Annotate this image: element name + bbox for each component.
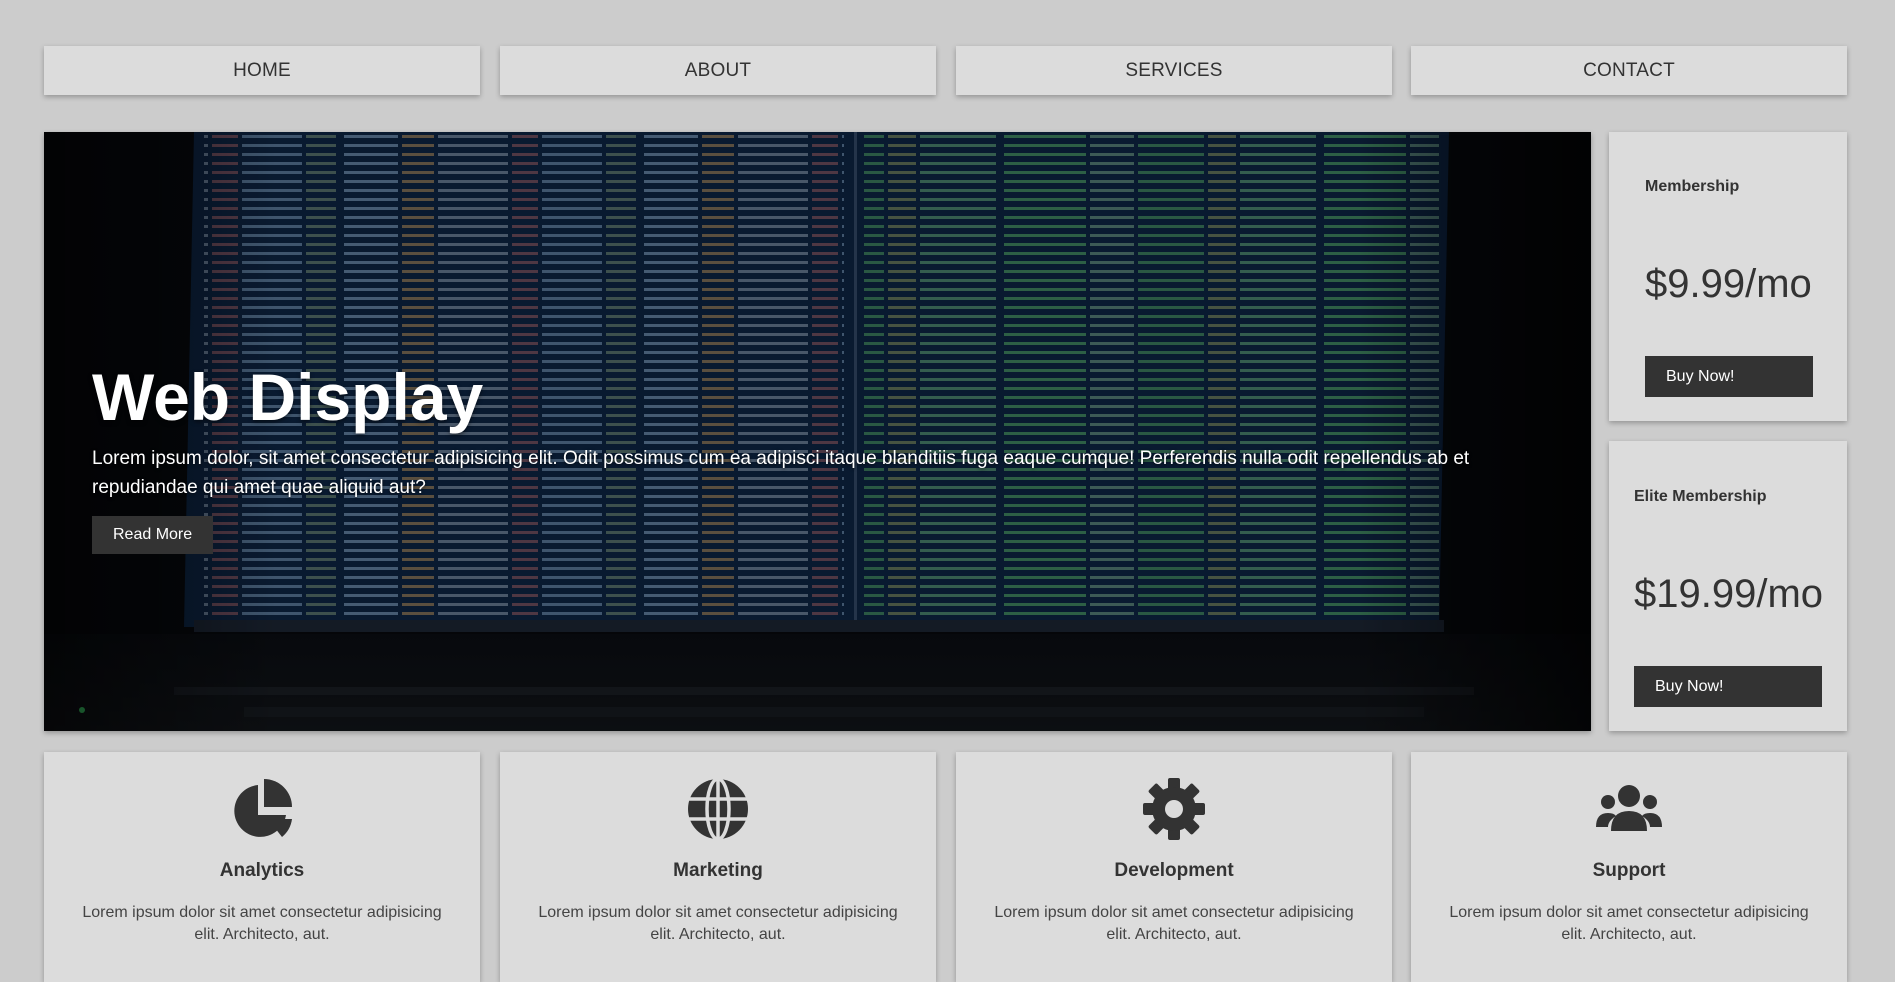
nav-contact-link[interactable]: CONTACT bbox=[1411, 46, 1847, 95]
nav-about-link[interactable]: ABOUT bbox=[500, 46, 936, 95]
nav-services-link[interactable]: SERVICES bbox=[956, 46, 1392, 95]
hero-title: Web Display bbox=[92, 360, 484, 434]
globe-icon bbox=[688, 777, 748, 841]
plan-price: $19.99/mo bbox=[1634, 572, 1824, 616]
feature-text: Lorem ipsum dolor sit amet consectetur a… bbox=[1449, 904, 1809, 943]
buy-now-button[interactable]: Buy Now! bbox=[1645, 356, 1813, 397]
feature-support: Support Lorem ipsum dolor sit amet conse… bbox=[1411, 752, 1847, 982]
feature-text: Lorem ipsum dolor sit amet consectetur a… bbox=[994, 904, 1354, 943]
feature-development: Development Lorem ipsum dolor sit amet c… bbox=[956, 752, 1392, 982]
read-more-button[interactable]: Read More bbox=[92, 515, 214, 554]
feature-text: Lorem ipsum dolor sit amet consectetur a… bbox=[82, 904, 442, 943]
users-icon bbox=[1596, 785, 1662, 831]
plan-title: Membership bbox=[1645, 178, 1740, 195]
feature-text: Lorem ipsum dolor sit amet consectetur a… bbox=[538, 904, 898, 943]
feature-marketing: Marketing Lorem ipsum dolor sit amet con… bbox=[500, 752, 936, 982]
feature-analytics: Analytics Lorem ipsum dolor sit amet con… bbox=[44, 752, 480, 982]
hero-showcase: Web Display Lorem ipsum dolor, sit amet … bbox=[44, 132, 1591, 731]
feature-title: Support bbox=[1592, 860, 1666, 881]
elite-membership-card: Elite Membership $19.99/mo Buy Now! bbox=[1609, 441, 1847, 731]
nav-home-link[interactable]: HOME bbox=[44, 46, 480, 95]
plan-price: $9.99/mo bbox=[1645, 262, 1812, 306]
chart-pie-icon bbox=[234, 779, 292, 837]
feature-title: Development bbox=[1114, 860, 1234, 881]
feature-title: Analytics bbox=[219, 860, 305, 881]
hero-content: Web Display Lorem ipsum dolor, sit amet … bbox=[92, 360, 1512, 554]
hero-description: Lorem ipsum dolor, sit amet consectetur … bbox=[92, 447, 1470, 498]
membership-card: Membership $9.99/mo Buy Now! bbox=[1609, 132, 1847, 421]
plan-title: Elite Membership bbox=[1634, 488, 1767, 505]
buy-now-button[interactable]: Buy Now! bbox=[1634, 666, 1822, 707]
cog-icon bbox=[1143, 778, 1205, 840]
feature-title: Marketing bbox=[673, 860, 763, 881]
